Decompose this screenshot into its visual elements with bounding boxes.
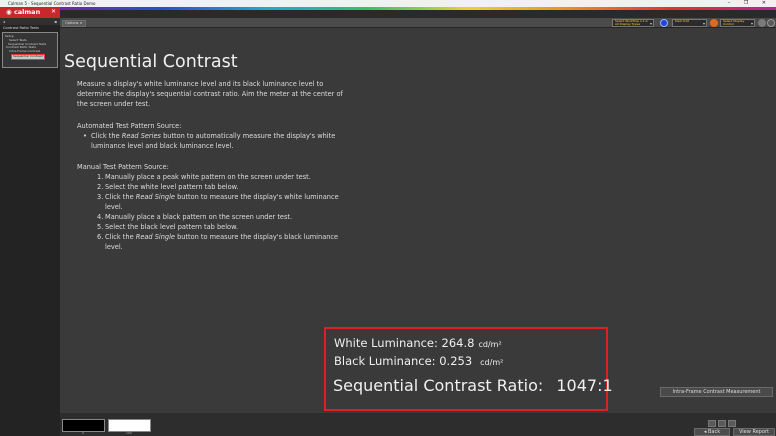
step-number: 3. (97, 193, 104, 201)
white-luminance-unit: cd/m² (478, 340, 502, 349)
step-text: Select the white level pattern tab below… (105, 183, 239, 191)
white-luminance-label: White Luminance: (334, 336, 438, 350)
bullet-icon: • (83, 132, 87, 140)
read-series-icon[interactable] (718, 420, 726, 427)
step-text: Click the (105, 193, 136, 201)
black-luminance-value: 0.253 (439, 354, 473, 368)
display-select[interactable]: Select Display Control ▾ (720, 19, 755, 27)
auto-text: button to automatically measure the disp… (160, 132, 336, 140)
intro-line: the screen under test. (77, 100, 151, 108)
intro-text: Measure a display's white luminance leve… (77, 79, 377, 109)
intra-frame-button[interactable]: Intra-Frame Contrast Measurement (660, 387, 773, 397)
calman-logo: ◉ calman (6, 8, 40, 16)
sidebar: ◂ ▪ Contrast Ratio Tests Setup Select Te… (0, 18, 60, 436)
manual-step: 5. Select the black level pattern tab bel… (77, 222, 377, 232)
auto-section: Automated Test Pattern Source: • Click t… (77, 121, 377, 151)
step-text: Click the (105, 233, 136, 241)
intro-line: determine the display's sequential contr… (77, 90, 343, 98)
read-single-ref: Read Single (135, 193, 175, 201)
read-single-ref: Read Single (135, 233, 175, 241)
back-button[interactable]: ◂ Back (694, 428, 730, 436)
workflow-tree: Setup Select Tests Sequential Contrast T… (2, 32, 58, 68)
black-luminance-unit: cd/m² (480, 358, 504, 367)
toolbar: Options × Select Workflow 1.1.0 All Disp… (60, 18, 776, 28)
read-series-ref: Read Series (121, 132, 161, 140)
auto-heading: Automated Test Pattern Source: (77, 122, 182, 130)
manual-step: 2. Select the white level pattern tab bel… (77, 182, 377, 192)
auto-text: luminance level and black luminance leve… (91, 142, 234, 150)
back-label: Back (707, 429, 721, 435)
step-text: Manually place a peak white pattern on t… (105, 173, 311, 181)
view-report-button[interactable]: View Report (733, 428, 775, 436)
display-settings-icon[interactable] (758, 19, 766, 27)
contrast-ratio-row: Sequential Contrast Ratio: 1047:1 (333, 376, 613, 395)
step-text: Manually place a black pattern on the sc… (105, 213, 293, 221)
contrast-ratio-label: Sequential Contrast Ratio: (333, 376, 544, 395)
gear-icon[interactable] (767, 19, 775, 27)
close-workflow-icon[interactable]: ✕ (51, 8, 56, 15)
meter-select[interactable]: Klein K10 ▾ (672, 19, 707, 27)
logo-mark-icon: ◉ (6, 8, 14, 16)
black-pattern-label: 0 (82, 431, 84, 435)
contrast-ratio-value: 1047:1 (556, 376, 613, 395)
read-single-icon[interactable] (708, 420, 716, 427)
intro-line: Measure a display's white luminance leve… (77, 80, 324, 88)
top-strip (60, 10, 776, 18)
window-titlebar: Calman 5 - Sequential Contrast Ratio Dem… (0, 0, 776, 7)
step-number: 6. (97, 233, 104, 241)
chevron-down-icon: ▾ (750, 21, 753, 26)
manual-heading: Manual Test Pattern Source: (77, 163, 169, 171)
close-tab-icon[interactable]: × (80, 21, 83, 25)
results-panel: White Luminance: 264.8 cd/m² Black Lumina… (324, 327, 613, 411)
logo-text: calman (13, 8, 41, 16)
auto-bullet: • Click the Read Series button to automa… (77, 131, 377, 141)
step-number: 2. (97, 183, 104, 191)
step-number: 1. (97, 173, 104, 181)
step-text: button to measure the display's white lu… (174, 193, 339, 201)
step-text: button to measure the display's black lu… (174, 233, 339, 241)
source-select-line2: All Display Types (615, 22, 641, 27)
sidebar-item-sequential-contrast[interactable]: Sequential Contrast (11, 53, 45, 60)
white-luminance-row: White Luminance: 264.8 cd/m² (334, 336, 502, 350)
step-text: level. (105, 243, 123, 251)
meter-status-icon[interactable] (660, 19, 668, 27)
manual-step: 6. Click the Read Single button to measur… (77, 232, 377, 242)
manual-step: 1. Manually place a peak white pattern on… (77, 172, 377, 182)
step-number: 4. (97, 213, 104, 221)
tab-options-label: Options (65, 21, 79, 25)
step-text: level. (105, 203, 123, 211)
page-title: Sequential Contrast (64, 52, 238, 72)
meter-connect-icon[interactable] (710, 19, 718, 27)
manual-section: Manual Test Pattern Source: 1. Manually p… (77, 162, 377, 252)
window-controls[interactable]: – ❐ ✕ (728, 0, 772, 7)
black-luminance-row: Black Luminance: 0.253 cd/m² (334, 354, 503, 368)
collapse-left-icon[interactable]: ◂ (3, 18, 5, 25)
meter-select-line1: Klein K10 (675, 19, 690, 23)
white-pattern-label: 100 (126, 431, 132, 435)
chevron-down-icon: ▾ (702, 21, 705, 26)
stop-icon[interactable] (728, 420, 736, 427)
sidebar-title: Contrast Ratio Tests (3, 26, 39, 30)
display-select-line1: Select Display Control (723, 19, 745, 27)
chevron-down-icon: ▾ (649, 21, 652, 26)
black-luminance-label: Black Luminance: (334, 354, 436, 368)
manual-step: 4. Manually place a black pattern on the … (77, 212, 377, 222)
logo-bar: ◉ calman ✕ (0, 7, 60, 18)
pin-icon[interactable]: ▪ (54, 18, 57, 25)
manual-step: 3. Click the Read Single button to measur… (77, 192, 377, 202)
sidebar-header: ◂ ▪ (0, 18, 60, 25)
bottom-bar: 0 100 (60, 413, 776, 436)
step-text: Select the black level pattern tab below… (105, 223, 238, 231)
step-number: 5. (97, 223, 104, 231)
manual-steps: 1. Manually place a peak white pattern on… (77, 172, 377, 252)
white-luminance-value: 264.8 (441, 336, 475, 350)
tab-options[interactable]: Options × (62, 20, 86, 27)
source-select[interactable]: Select Workflow 1.1.0 All Display Types … (612, 19, 654, 27)
window-title: Calman 5 - Sequential Contrast Ratio Dem… (8, 1, 96, 6)
auto-text: Click the (91, 132, 122, 140)
